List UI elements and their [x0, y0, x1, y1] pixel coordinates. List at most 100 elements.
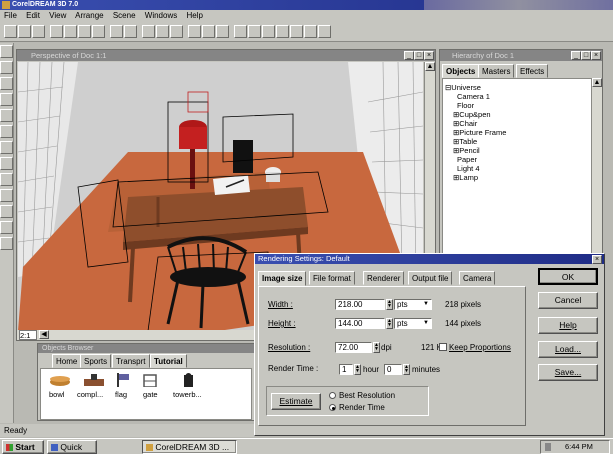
- view-front-icon[interactable]: [234, 25, 247, 38]
- menu-edit[interactable]: Edit: [26, 11, 40, 20]
- minutes-spinner[interactable]: ▲ ▼: [403, 364, 410, 375]
- menu-windows[interactable]: Windows: [145, 11, 177, 20]
- tab-masters[interactable]: Masters: [478, 64, 515, 78]
- minimize-button[interactable]: _: [404, 51, 414, 60]
- view-top-icon[interactable]: [248, 25, 261, 38]
- rotate-tool-icon[interactable]: [0, 61, 13, 74]
- maximize-button[interactable]: □: [414, 51, 424, 60]
- camera-icon[interactable]: [156, 25, 169, 38]
- menu-view[interactable]: View: [49, 11, 66, 20]
- height-input[interactable]: 144.00: [335, 318, 385, 329]
- hierarchy-maximize-button[interactable]: □: [581, 51, 591, 60]
- start-button[interactable]: Start: [2, 440, 44, 454]
- tree-item-universe[interactable]: ⊟Universe: [445, 84, 481, 92]
- zoom-level[interactable]: 2:1: [19, 330, 37, 340]
- resolution-input[interactable]: 72.00: [335, 342, 372, 353]
- paste-icon[interactable]: [92, 25, 105, 38]
- undo-icon[interactable]: [110, 25, 123, 38]
- zoom-tool-icon[interactable]: [0, 221, 13, 234]
- print-icon[interactable]: [50, 25, 63, 38]
- zoom-icon[interactable]: [318, 25, 331, 38]
- close-button[interactable]: ×: [424, 51, 434, 60]
- cancel-button[interactable]: Cancel: [538, 292, 598, 309]
- light-icon[interactable]: [170, 25, 183, 38]
- menu-help[interactable]: Help: [186, 11, 202, 20]
- view-right-icon[interactable]: [276, 25, 289, 38]
- tree-item-light[interactable]: Light 4: [457, 165, 480, 173]
- redo-icon[interactable]: [124, 25, 137, 38]
- tree-item-table[interactable]: ⊞Table: [453, 138, 477, 146]
- copy-icon[interactable]: [78, 25, 91, 38]
- best-resolution-radio[interactable]: [329, 392, 336, 399]
- light-tool-icon[interactable]: [0, 157, 13, 170]
- browser-item-flag[interactable]: flag: [113, 373, 139, 413]
- tab-renderer[interactable]: Renderer: [363, 271, 405, 285]
- tab-image-size[interactable]: Image size: [258, 271, 307, 286]
- tree-item-camera[interactable]: Camera 1: [457, 93, 490, 101]
- height-unit-select[interactable]: pts ▼: [394, 318, 432, 329]
- move-tool-icon[interactable]: [0, 77, 13, 90]
- view-back-icon[interactable]: [290, 25, 303, 38]
- render-icon[interactable]: [142, 25, 155, 38]
- tab-effects[interactable]: Effects: [516, 64, 549, 78]
- save-button[interactable]: Save...: [538, 364, 598, 381]
- view-bottom-icon[interactable]: [304, 25, 317, 38]
- width-unit-select[interactable]: pts ▼: [394, 299, 432, 310]
- selection-tool-icon[interactable]: [0, 45, 13, 58]
- open-icon[interactable]: [18, 25, 31, 38]
- width-spinner[interactable]: ▲ ▼: [386, 299, 393, 310]
- load-button[interactable]: Load...: [538, 341, 598, 358]
- group-icon[interactable]: [188, 25, 201, 38]
- help-button[interactable]: Help: [538, 317, 598, 334]
- text-tool-icon[interactable]: [0, 141, 13, 154]
- tab-camera[interactable]: Camera: [459, 271, 496, 285]
- ok-button[interactable]: OK: [538, 268, 598, 285]
- pan-tool-icon[interactable]: [0, 237, 13, 250]
- taskbar-coreldream-button[interactable]: CorelDREAM 3D ...: [142, 440, 237, 454]
- render-minutes-input[interactable]: 0: [384, 364, 402, 375]
- tree-item-lamp[interactable]: ⊞Lamp: [453, 174, 478, 182]
- tab-transprt[interactable]: Transprt: [112, 354, 150, 368]
- menu-file[interactable]: File: [4, 11, 17, 20]
- tab-sports[interactable]: Sports: [80, 354, 112, 368]
- eyedropper-tool-icon[interactable]: [0, 205, 13, 218]
- tree-item-paper[interactable]: Paper: [457, 156, 477, 164]
- browser-item-bowl[interactable]: bowl: [45, 373, 75, 413]
- ungroup-icon[interactable]: [202, 25, 215, 38]
- hierarchy-close-button[interactable]: ×: [591, 51, 601, 60]
- tree-item-chair[interactable]: ⊞Chair: [453, 120, 477, 128]
- free-form-tool-icon[interactable]: [0, 109, 13, 122]
- new-icon[interactable]: [4, 25, 17, 38]
- tree-item-picture-frame[interactable]: ⊞Picture Frame: [453, 129, 506, 137]
- menu-arrange[interactable]: Arrange: [75, 11, 103, 20]
- browser-item-gate[interactable]: gate: [141, 373, 167, 413]
- hours-spinner[interactable]: ▲ ▼: [354, 364, 361, 375]
- tab-output-file[interactable]: Output file: [408, 271, 453, 285]
- hierarchy-scroll-up-arrow[interactable]: ▲: [592, 78, 602, 87]
- scroll-left-arrow[interactable]: ◀: [39, 330, 49, 339]
- save-icon[interactable]: [32, 25, 45, 38]
- render-time-radio[interactable]: [329, 404, 336, 411]
- hierarchy-scrollbar[interactable]: ▲: [592, 78, 602, 268]
- tree-item-pencil[interactable]: ⊞Pencil: [453, 147, 480, 155]
- tab-home[interactable]: Home: [52, 354, 82, 368]
- estimate-button[interactable]: Estimate: [271, 393, 321, 410]
- view-left-icon[interactable]: [262, 25, 275, 38]
- render-hours-input[interactable]: 1: [339, 364, 353, 375]
- tree-item-floor[interactable]: Floor: [457, 102, 474, 110]
- menu-scene[interactable]: Scene: [113, 11, 136, 20]
- tab-file-format[interactable]: File format: [309, 271, 355, 285]
- hierarchy-minimize-button[interactable]: _: [571, 51, 581, 60]
- primitive-tool-icon[interactable]: [0, 125, 13, 138]
- scale-tool-icon[interactable]: [0, 93, 13, 106]
- camera-tool-icon[interactable]: [0, 173, 13, 186]
- quick-button[interactable]: Quick: [47, 440, 97, 454]
- tab-tutorial[interactable]: Tutorial: [150, 354, 187, 368]
- dialog-close-button[interactable]: ×: [592, 255, 602, 264]
- browser-item-compl[interactable]: compl...: [77, 373, 111, 413]
- resolution-spinner[interactable]: ▲ ▼: [373, 342, 380, 353]
- browser-item-towerb[interactable]: towerb...: [171, 373, 211, 413]
- cut-icon[interactable]: [64, 25, 77, 38]
- tree-item-cup-pen[interactable]: ⊞Cup&pen: [453, 111, 491, 119]
- height-spinner[interactable]: ▲ ▼: [386, 318, 393, 329]
